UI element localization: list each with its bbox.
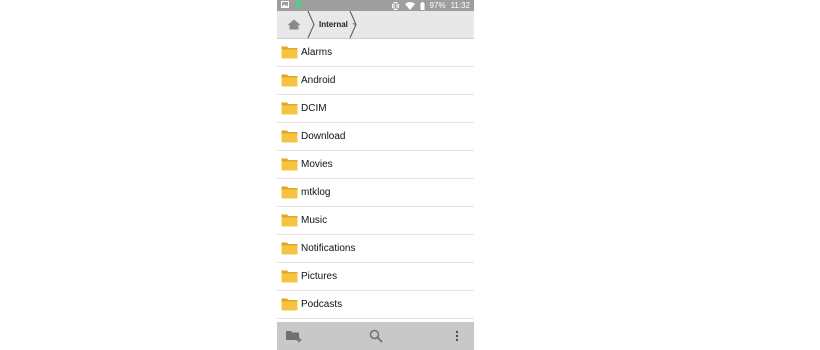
- folder-row[interactable]: Podcasts: [277, 291, 474, 319]
- folder-icon: [281, 158, 298, 171]
- chevron-right-icon: [349, 11, 357, 38]
- folder-row[interactable]: Download: [277, 123, 474, 151]
- folder-icon: [281, 186, 298, 199]
- folder-row[interactable]: Android: [277, 67, 474, 95]
- file-list: Alarms Android DCIM Download Movies mtklog Mus…: [277, 39, 474, 319]
- battery-percent: 97%: [429, 1, 446, 10]
- folder-name: Notifications: [301, 243, 356, 254]
- folder-name: Movies: [301, 159, 333, 170]
- home-button[interactable]: [277, 11, 310, 38]
- folder-row[interactable]: mtklog: [277, 179, 474, 207]
- folder-row[interactable]: Music: [277, 207, 474, 235]
- folder-row[interactable]: Pictures: [277, 263, 474, 291]
- folder-icon: [281, 130, 298, 143]
- folder-icon: [281, 242, 298, 255]
- folder-name: Download: [301, 131, 346, 142]
- search-icon: [369, 329, 383, 343]
- folder-name: Podcasts: [301, 299, 343, 310]
- bottom-toolbar: [277, 322, 474, 350]
- more-options-button[interactable]: [449, 322, 465, 350]
- folder-row[interactable]: Notifications: [277, 235, 474, 263]
- folder-name: mtklog: [301, 187, 331, 198]
- status-bar: 97% 11:32: [277, 0, 474, 11]
- android-notification-icon: [295, 0, 302, 11]
- more-vert-icon: [455, 330, 459, 342]
- folder-row[interactable]: Alarms: [277, 39, 474, 67]
- new-folder-button[interactable]: [283, 322, 305, 350]
- folder-name: Pictures: [301, 271, 338, 282]
- wifi-icon: [404, 1, 415, 10]
- search-button[interactable]: [365, 322, 387, 350]
- home-icon: [287, 19, 300, 30]
- folder-name: Alarms: [301, 47, 333, 58]
- folder-name: Android: [301, 75, 336, 86]
- image-notification-icon: [281, 0, 289, 11]
- folder-name: Music: [301, 215, 328, 226]
- folder-icon: [281, 74, 298, 87]
- battery-icon: [420, 1, 425, 10]
- breadcrumb-label: Internal: [319, 20, 348, 29]
- vibrate-icon: [391, 1, 400, 10]
- folder-row[interactable]: DCIM: [277, 95, 474, 123]
- folder-name: DCIM: [301, 103, 327, 114]
- folder-icon: [281, 270, 298, 283]
- folder-icon: [281, 214, 298, 227]
- folder-row[interactable]: Movies: [277, 151, 474, 179]
- file-manager-screen: 97% 11:32 Internal Alarms Android DCIM Down…: [277, 0, 474, 350]
- breadcrumb: Internal: [277, 11, 474, 39]
- clock: 11:32: [450, 1, 470, 10]
- new-folder-icon: [286, 331, 302, 343]
- folder-icon: [281, 298, 298, 311]
- folder-icon: [281, 46, 298, 59]
- folder-icon: [281, 102, 298, 115]
